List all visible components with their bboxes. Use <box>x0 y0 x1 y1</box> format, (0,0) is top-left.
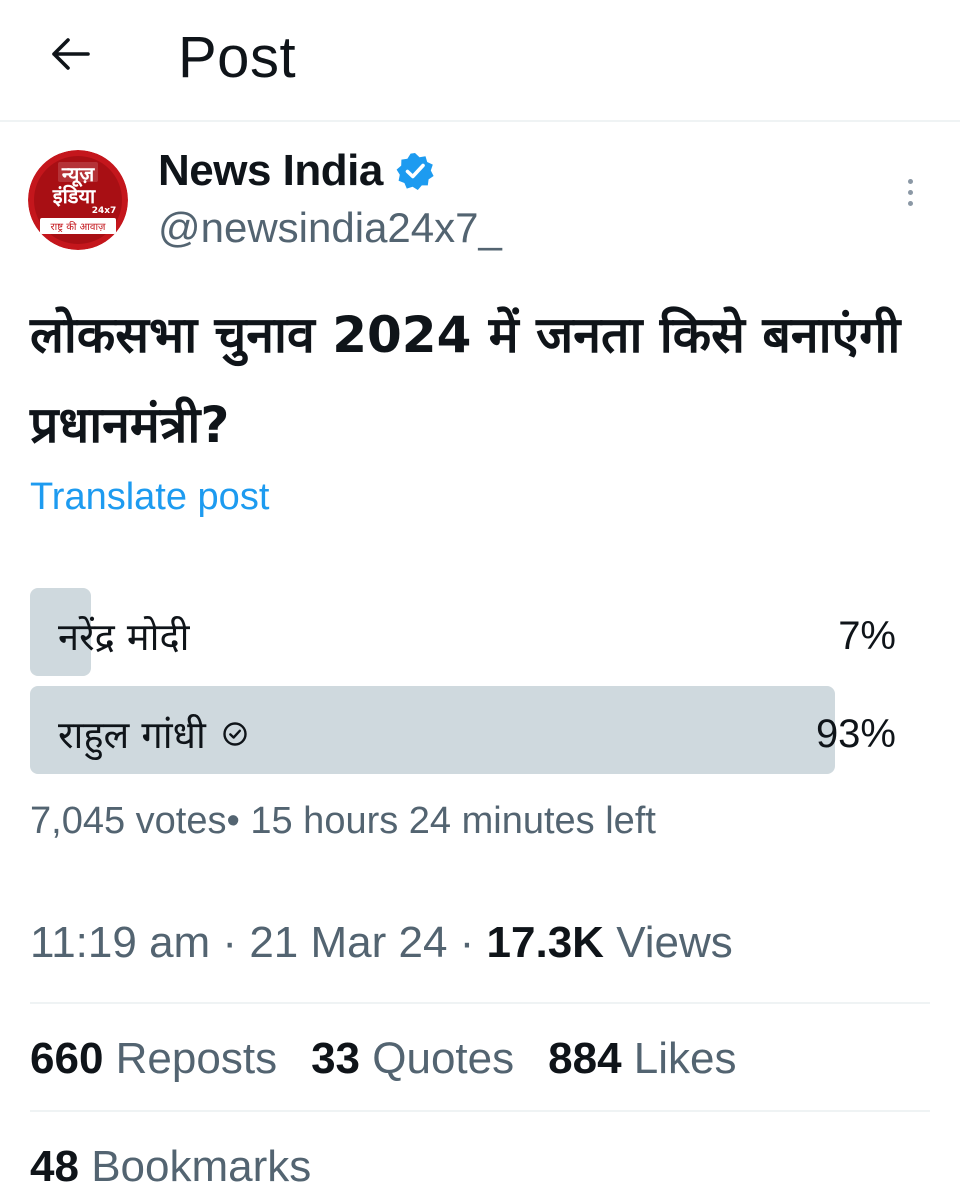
likes-label: Likes <box>633 1034 737 1083</box>
back-button[interactable] <box>44 28 96 80</box>
likes-count: 884 <box>548 1034 622 1083</box>
quotes-stat[interactable]: 33 Quotes <box>311 1034 514 1084</box>
divider <box>30 1002 930 1004</box>
author-name-text[interactable]: News India <box>158 146 383 196</box>
poll-meta: 7,045 votes• 15 hours 24 minutes left <box>30 800 656 843</box>
more-dot-icon <box>907 200 913 206</box>
reposts-count: 660 <box>30 1034 104 1083</box>
more-options-button[interactable] <box>890 170 930 214</box>
logo-tagline: राष्ट्र की आवाज़ <box>51 221 107 233</box>
post-text: लोकसभा चुनाव 2024 में जनता किसे बनाएंगी … <box>30 306 901 454</box>
poll-option-text: नरेंद्र मोदी <box>58 615 190 659</box>
author-name[interactable]: News India <box>158 146 435 196</box>
check-circle-icon <box>223 722 247 746</box>
post-date[interactable]: 21 Mar 24 <box>249 918 447 967</box>
avatar[interactable]: न्यूज़ इंडिया 24x7 राष्ट्र की आवाज़ <box>28 150 128 250</box>
views-label: Views <box>616 918 733 967</box>
bookmarks-stat[interactable]: 48 Bookmarks <box>30 1142 311 1192</box>
top-bar: Post <box>0 0 960 122</box>
translate-post-link[interactable]: Translate post <box>30 476 269 519</box>
poll-option-percent: 7% <box>838 614 896 658</box>
logo-badge: 24x7 <box>92 206 117 216</box>
poll-time-left: 15 hours 24 minutes left <box>250 800 656 842</box>
views-count: 17.3K <box>486 918 604 967</box>
poll-option-label: राहुल गांधी <box>58 708 248 760</box>
reposts-stat[interactable]: 660 Reposts <box>30 1034 277 1084</box>
quotes-count: 33 <box>311 1034 361 1083</box>
post-time[interactable]: 11:19 am <box>30 918 210 967</box>
likes-stat[interactable]: 884 Likes <box>548 1034 736 1084</box>
reposts-label: Reposts <box>115 1034 278 1083</box>
poll-option-text: राहुल गांधी <box>58 713 206 757</box>
quotes-label: Quotes <box>372 1034 515 1083</box>
author-handle[interactable]: @newsindia24x7_ <box>158 204 502 252</box>
poll-votes: 7,045 votes <box>30 800 227 842</box>
post-timestamp[interactable]: 11:19 am · 21 Mar 24 · 17.3K Views <box>30 918 733 968</box>
dot-separator: • <box>226 800 251 842</box>
more-dot-icon <box>907 178 913 184</box>
page-title: Post <box>178 25 297 90</box>
news-india-logo: न्यूज़ इंडिया 24x7 राष्ट्र की आवाज़ <box>28 150 128 250</box>
poll-option-2: राहुल गांधी 93% <box>30 686 896 774</box>
poll-option-percent: 93% <box>815 712 896 756</box>
divider <box>30 1110 930 1112</box>
bookmarks-count: 48 <box>30 1142 79 1191</box>
poll-option-1: नरेंद्र मोदी 7% <box>30 588 896 676</box>
bookmarks-label: Bookmarks <box>91 1142 312 1191</box>
arrow-left-icon <box>52 38 90 70</box>
logo-line2: इंडिया <box>52 184 96 208</box>
engagement-stats: 660 Reposts 33 Quotes 884 Likes <box>30 1034 737 1084</box>
more-dot-icon <box>907 189 913 195</box>
verified-badge-icon <box>396 153 434 190</box>
poll-option-label: नरेंद्र मोदी <box>58 610 189 662</box>
